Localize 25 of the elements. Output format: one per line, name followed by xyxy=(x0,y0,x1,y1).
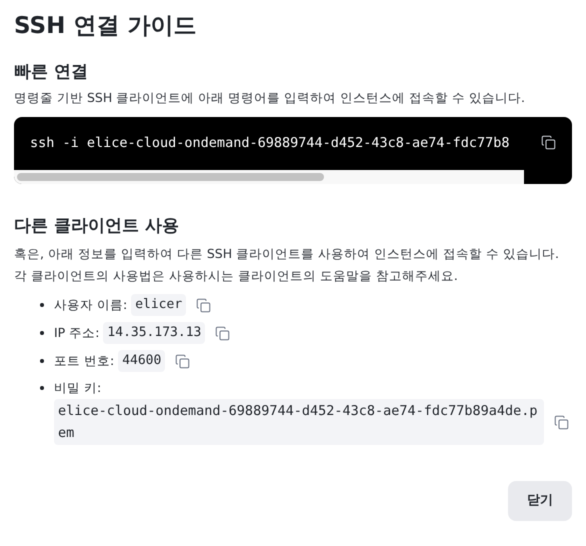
copy-icon xyxy=(540,135,556,150)
field-value: 44600 xyxy=(118,350,166,372)
copy-icon xyxy=(554,414,569,430)
scrollbar-thumb[interactable] xyxy=(17,173,324,181)
bullet-icon xyxy=(40,359,44,363)
section-description: 명령줄 기반 SSH 클라이언트에 아래 명령어를 입력하여 인스턴스에 접속할 수 있습니다. xyxy=(14,89,526,107)
field-value: 14.35.173.13 xyxy=(103,322,206,344)
bullet-icon xyxy=(40,331,44,335)
dialog-title: SSH 연결 가이드 xyxy=(14,12,198,41)
field-label: 포트 번호: xyxy=(54,352,114,370)
copy-icon xyxy=(175,354,190,368)
section-description: 혹은, 아래 정보를 입력하여 다른 SSH 클라이언트를 사용하여 인스턴스에 접속할 수 있습니다. 각 클라이언트의 사용법은 사용하시는 클라이언트의 도움말을 참고해주세요. xyxy=(14,245,560,285)
close-button[interactable]: 닫기 xyxy=(508,481,572,521)
key-value: elice-cloud-ondemand-69889744-d452-43c8-ae74-fdc77b89a4de.pem xyxy=(54,399,544,445)
section-heading: 다른 클라이언트 사용 xyxy=(14,215,180,238)
bullet-icon xyxy=(40,303,44,307)
bullet-icon xyxy=(40,386,44,390)
section-heading: 빠른 연결 xyxy=(14,61,89,84)
field-label: 사용자 이름: xyxy=(54,296,128,314)
field-label: IP 주소: xyxy=(54,324,100,342)
copy-icon xyxy=(196,298,212,312)
field-value: elicer xyxy=(131,294,186,316)
command-text: ssh -i elice-cloud-ondemand-69889744-d452-43c8-ae74-fdc77b8 xyxy=(30,134,510,154)
copy-icon xyxy=(215,326,230,340)
field-label: 비밀 키: xyxy=(54,378,102,397)
